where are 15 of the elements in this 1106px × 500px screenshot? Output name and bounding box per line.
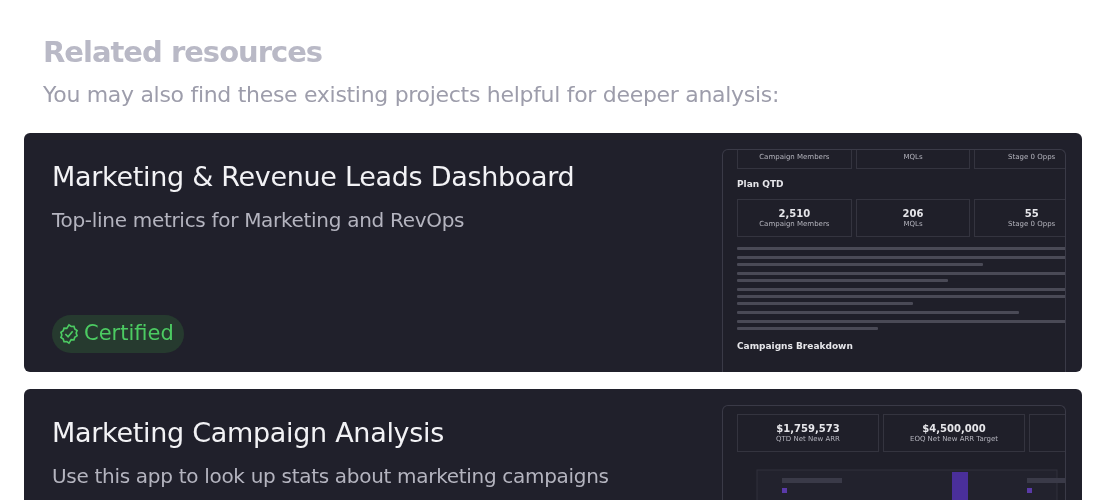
resource-description: Use this app to look up stats about marketing campaigns <box>52 463 610 491</box>
certified-badge: Certified <box>52 315 184 353</box>
preview-heading: Plan QTD <box>737 177 785 191</box>
resource-title: Marketing Campaign Analysis <box>52 416 445 450</box>
preview-heading: Campaigns Breakdown <box>737 340 854 354</box>
verified-icon <box>58 322 80 345</box>
resource-title: Marketing & Revenue Leads Dashboard <box>52 160 576 194</box>
section-subtitle: You may also find these existing projects helpful for deeper analysis: <box>43 80 781 109</box>
stat-value: 206 <box>901 208 925 220</box>
stat-value: $4,500,000 <box>921 422 987 435</box>
section-title: Related resources <box>43 34 324 71</box>
stat-value: 2,510 <box>777 208 812 221</box>
resource-description: Top-line metrics for Marketing and RevOps <box>52 207 466 235</box>
stat-value: $1,759,573 <box>775 422 841 435</box>
stat-value: 55 <box>1023 208 1040 220</box>
